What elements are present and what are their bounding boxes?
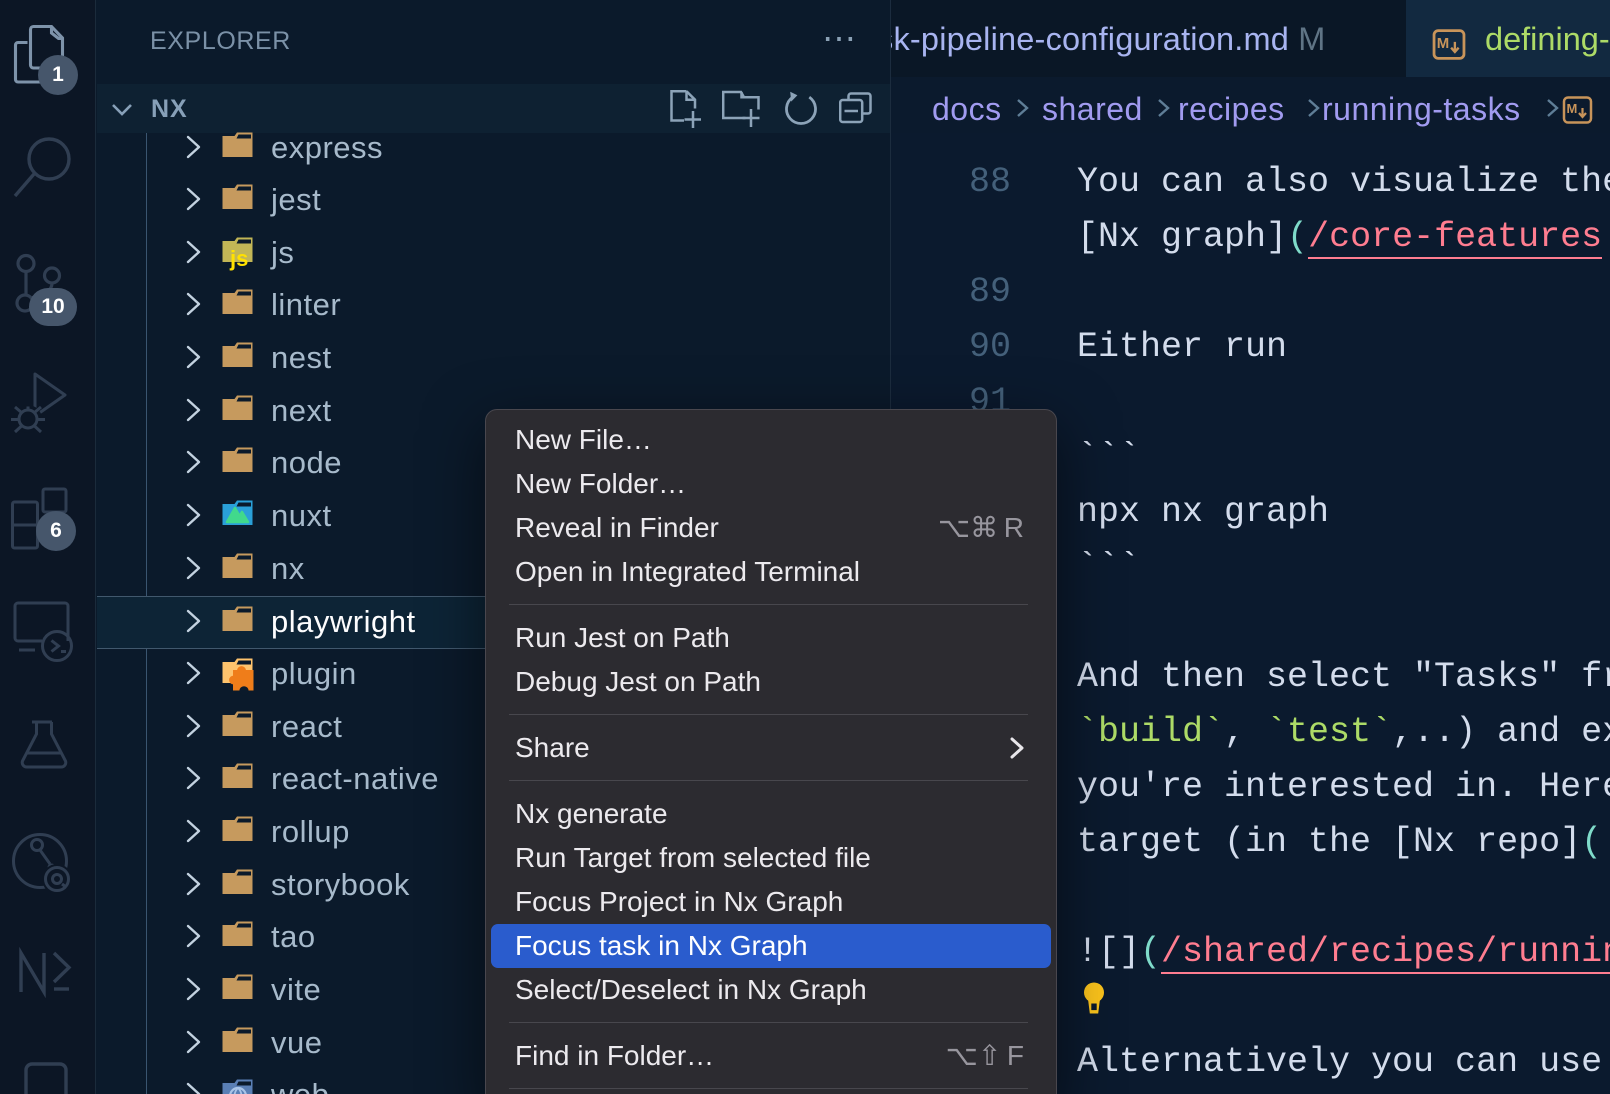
svg-text:M: M <box>1437 35 1449 52</box>
svg-text:M: M <box>1567 101 1578 116</box>
svg-text:js: js <box>229 246 248 271</box>
